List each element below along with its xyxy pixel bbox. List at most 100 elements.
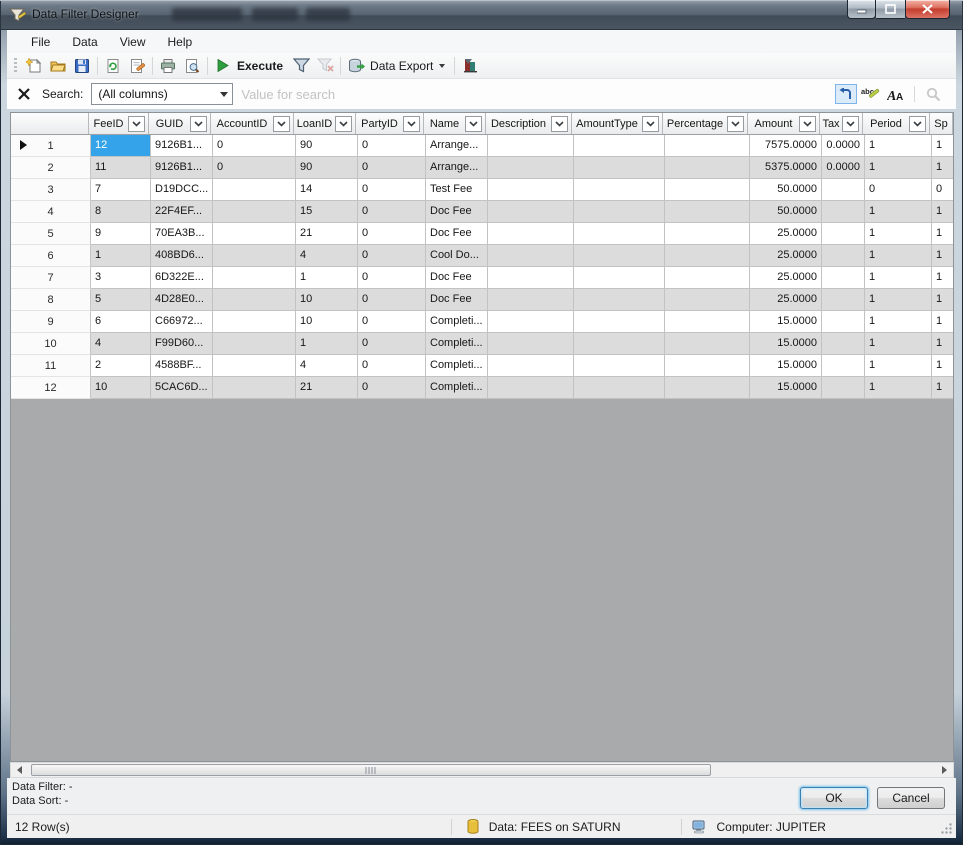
grid-cell-guid[interactable]: D19DCC... xyxy=(151,179,213,201)
grid-cell-period[interactable]: 1 xyxy=(865,289,932,311)
search-input[interactable] xyxy=(233,87,835,102)
grid-cell-feeid[interactable]: 11 xyxy=(91,157,151,179)
grid-cell-accountid[interactable] xyxy=(213,289,296,311)
row-header[interactable]: 7 xyxy=(11,267,91,289)
grid-cell-percentage[interactable] xyxy=(665,267,750,289)
row-header[interactable]: 11 xyxy=(11,355,91,377)
grid-cell-amounttype[interactable] xyxy=(574,223,665,245)
grid-cell-partyid[interactable]: 0 xyxy=(358,157,426,179)
grid-cell-accountid[interactable] xyxy=(213,311,296,333)
grid-cell-loanid[interactable]: 4 xyxy=(296,355,358,377)
print-preview-button[interactable] xyxy=(180,55,204,77)
grid-cell-name[interactable]: Arrange... xyxy=(426,157,488,179)
grid-cell-partyid[interactable]: 0 xyxy=(358,377,426,399)
grid-cell-partyid[interactable]: 0 xyxy=(358,201,426,223)
menu-help[interactable]: Help xyxy=(157,32,204,52)
grid-cell-description[interactable] xyxy=(488,245,574,267)
grid-cell-accountid[interactable] xyxy=(213,201,296,223)
grid-cell-period[interactable]: 1 xyxy=(865,267,932,289)
scroll-left-button[interactable] xyxy=(11,763,28,777)
grid-cell-feeid[interactable]: 12 xyxy=(91,135,151,157)
grid-cell-partyid[interactable]: 0 xyxy=(358,179,426,201)
scrollbar-thumb[interactable] xyxy=(31,764,711,776)
grid-cell-loanid[interactable]: 4 xyxy=(296,245,358,267)
grid-cell-name[interactable]: Completi... xyxy=(426,333,488,355)
grid-cell-percentage[interactable] xyxy=(665,223,750,245)
grid-cell-accountid[interactable] xyxy=(213,245,296,267)
data-export-label[interactable]: Data Export xyxy=(370,59,433,73)
column-header-accountid[interactable]: AccountID xyxy=(211,113,294,134)
column-filter-button[interactable] xyxy=(842,116,859,132)
grid-cell-tax[interactable] xyxy=(822,223,865,245)
grid-cell-amounttype[interactable] xyxy=(574,333,665,355)
grid-cell-feeid[interactable]: 1 xyxy=(91,245,151,267)
grid-cell-sp[interactable]: 1 xyxy=(932,289,954,311)
grid-cell-tax[interactable] xyxy=(822,311,865,333)
row-header[interactable]: 3 xyxy=(11,179,91,201)
column-header-guid[interactable]: GUID xyxy=(149,113,211,134)
grid-cell-percentage[interactable] xyxy=(665,377,750,399)
maximize-button[interactable] xyxy=(876,0,905,19)
grid-cell-sp[interactable]: 1 xyxy=(932,245,954,267)
grid-cell-tax[interactable] xyxy=(822,355,865,377)
column-header-sp[interactable]: Sp xyxy=(930,113,953,134)
grid-cell-sp[interactable]: 1 xyxy=(932,311,954,333)
grid-cell-period[interactable]: 1 xyxy=(865,157,932,179)
row-header[interactable]: 10 xyxy=(11,333,91,355)
row-header[interactable]: 2 xyxy=(11,157,91,179)
grid-cell-description[interactable] xyxy=(488,311,574,333)
grid-cell-guid[interactable]: 5CAC6D... xyxy=(151,377,213,399)
grid-cell-percentage[interactable] xyxy=(665,201,750,223)
grid-cell-sp[interactable]: 1 xyxy=(932,377,954,399)
grid-cell-loanid[interactable]: 10 xyxy=(296,311,358,333)
grid-cell-guid[interactable]: 9126B1... xyxy=(151,157,213,179)
grid-cell-feeid[interactable]: 2 xyxy=(91,355,151,377)
grid-cell-amount[interactable]: 15.0000 xyxy=(750,311,822,333)
grid-cell-tax[interactable] xyxy=(822,179,865,201)
refresh-button[interactable] xyxy=(101,55,125,77)
grid-cell-loanid[interactable]: 1 xyxy=(296,267,358,289)
close-button[interactable] xyxy=(905,0,950,19)
grid-cell-amount[interactable]: 25.0000 xyxy=(750,223,822,245)
row-header[interactable]: 4 xyxy=(11,201,91,223)
properties-button[interactable] xyxy=(125,55,149,77)
ok-button[interactable]: OK xyxy=(800,787,868,809)
grid-cell-name[interactable]: Cool Do... xyxy=(426,245,488,267)
grid-cell-loanid[interactable]: 90 xyxy=(296,135,358,157)
chart-button[interactable] xyxy=(458,55,482,77)
row-header[interactable]: 9 xyxy=(11,311,91,333)
grid-cell-amount[interactable]: 15.0000 xyxy=(750,355,822,377)
grid-cell-description[interactable] xyxy=(488,201,574,223)
grid-cell-amount[interactable]: 50.0000 xyxy=(750,179,822,201)
grid-cell-partyid[interactable]: 0 xyxy=(358,245,426,267)
grid-cell-partyid[interactable]: 0 xyxy=(358,355,426,377)
grid-cell-feeid[interactable]: 3 xyxy=(91,267,151,289)
cancel-button[interactable]: Cancel xyxy=(877,787,945,809)
grid-cell-sp[interactable]: 1 xyxy=(932,223,954,245)
grid-cell-description[interactable] xyxy=(488,289,574,311)
column-header-feeid[interactable]: FeeID xyxy=(89,113,149,134)
grid-cell-sp[interactable]: 1 xyxy=(932,333,954,355)
grid-cell-percentage[interactable] xyxy=(665,311,750,333)
grid-cell-loanid[interactable]: 10 xyxy=(296,289,358,311)
column-filter-button[interactable] xyxy=(335,116,352,132)
close-search-icon[interactable] xyxy=(16,86,32,102)
grid-cell-tax[interactable] xyxy=(822,267,865,289)
find-button[interactable] xyxy=(922,84,944,104)
grid-cell-name[interactable]: Doc Fee xyxy=(426,201,488,223)
grid-cell-feeid[interactable]: 9 xyxy=(91,223,151,245)
grid-cell-amount[interactable]: 5375.0000 xyxy=(750,157,822,179)
row-header[interactable]: 12 xyxy=(11,377,91,399)
grid-cell-guid[interactable]: 22F4EF... xyxy=(151,201,213,223)
grid-cell-amounttype[interactable] xyxy=(574,135,665,157)
column-filter-button[interactable] xyxy=(190,116,207,132)
grid-cell-tax[interactable] xyxy=(822,245,865,267)
grid-cell-percentage[interactable] xyxy=(665,157,750,179)
grid-cell-percentage[interactable] xyxy=(665,135,750,157)
grid-cell-loanid[interactable]: 1 xyxy=(296,333,358,355)
grid-cell-guid[interactable]: 6D322E... xyxy=(151,267,213,289)
execute-label[interactable]: Execute xyxy=(237,59,283,73)
column-header-amount[interactable]: Amount xyxy=(748,113,820,134)
grid-cell-tax[interactable]: 0.0000 xyxy=(822,135,865,157)
grid-cell-period[interactable]: 1 xyxy=(865,135,932,157)
